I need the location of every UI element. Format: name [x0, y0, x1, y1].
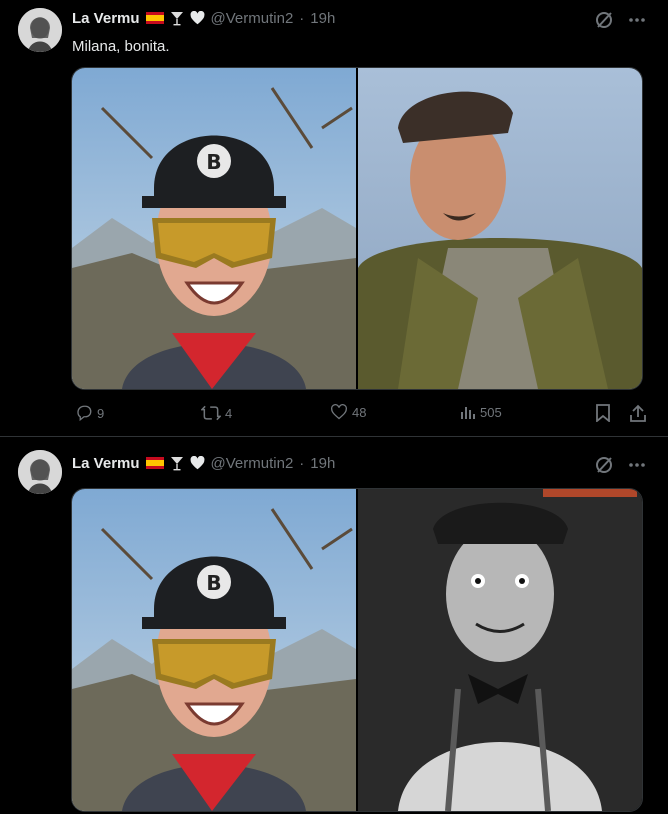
- like-icon: [331, 404, 347, 420]
- handle[interactable]: @Vermutin2: [211, 455, 294, 472]
- views-count: 505: [480, 404, 502, 420]
- bookmark-icon[interactable]: [596, 404, 610, 422]
- svg-text:B: B: [206, 150, 221, 174]
- display-name[interactable]: La Vermu: [72, 10, 140, 27]
- media-image-right[interactable]: [358, 68, 642, 389]
- grok-icon[interactable]: [594, 455, 614, 475]
- tweet-top-actions: [594, 455, 646, 475]
- svg-text:B: B: [206, 571, 221, 595]
- share-icon[interactable]: [630, 404, 646, 422]
- tweet-text: Milana, bonita.: [72, 38, 170, 55]
- media-image-right[interactable]: [358, 489, 642, 811]
- reply-count: 9: [97, 405, 105, 421]
- tweet-header: La Vermu @Vermutin2 · 19h: [72, 453, 335, 473]
- retweet-count: 4: [225, 405, 233, 421]
- media-image-left[interactable]: B: [72, 68, 358, 389]
- avatar[interactable]: [18, 8, 62, 52]
- heart-icon: [190, 11, 204, 25]
- spain-flag-icon: [145, 12, 164, 24]
- separator-dot: ·: [299, 9, 305, 27]
- grok-icon[interactable]: [594, 10, 614, 30]
- reply-button[interactable]: 9: [75, 404, 104, 422]
- tweet-header: La Vermu @Vermutin2 · 19h: [72, 8, 335, 28]
- heart-icon: [190, 456, 204, 470]
- avatar[interactable]: [18, 450, 62, 494]
- more-icon[interactable]: [628, 462, 646, 468]
- tweet-media[interactable]: B: [71, 67, 643, 390]
- tweet-top-actions: [594, 10, 646, 30]
- more-icon[interactable]: [628, 17, 646, 23]
- like-button[interactable]: 48: [330, 404, 366, 420]
- reply-icon: [77, 405, 92, 422]
- cocktail-icon: [170, 457, 183, 471]
- retweet-button[interactable]: 4: [201, 404, 232, 422]
- retweet-icon: [201, 405, 221, 421]
- timestamp[interactable]: 19h: [310, 10, 335, 27]
- spain-flag-icon: [145, 457, 164, 469]
- tweet-bottom-actions: [596, 404, 646, 422]
- handle[interactable]: @Vermutin2: [211, 10, 294, 27]
- views-button[interactable]: 505: [460, 404, 502, 420]
- media-image-left[interactable]: B: [72, 489, 358, 811]
- cocktail-icon: [170, 12, 183, 26]
- timestamp[interactable]: 19h: [310, 455, 335, 472]
- display-name[interactable]: La Vermu: [72, 455, 140, 472]
- like-count: 48: [352, 404, 367, 420]
- views-icon: [461, 407, 475, 419]
- separator-dot: ·: [299, 454, 305, 472]
- tweet-media[interactable]: B: [71, 488, 643, 812]
